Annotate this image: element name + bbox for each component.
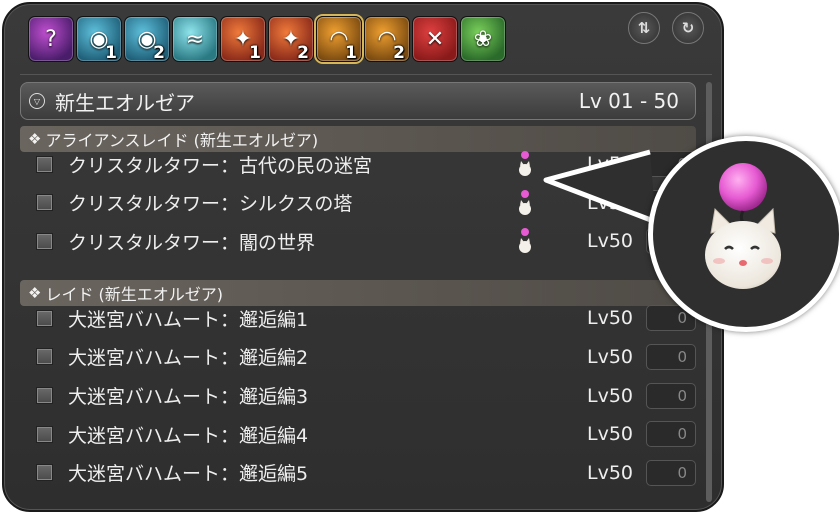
moogle-icon (705, 163, 781, 289)
moogle-callout (648, 136, 840, 332)
